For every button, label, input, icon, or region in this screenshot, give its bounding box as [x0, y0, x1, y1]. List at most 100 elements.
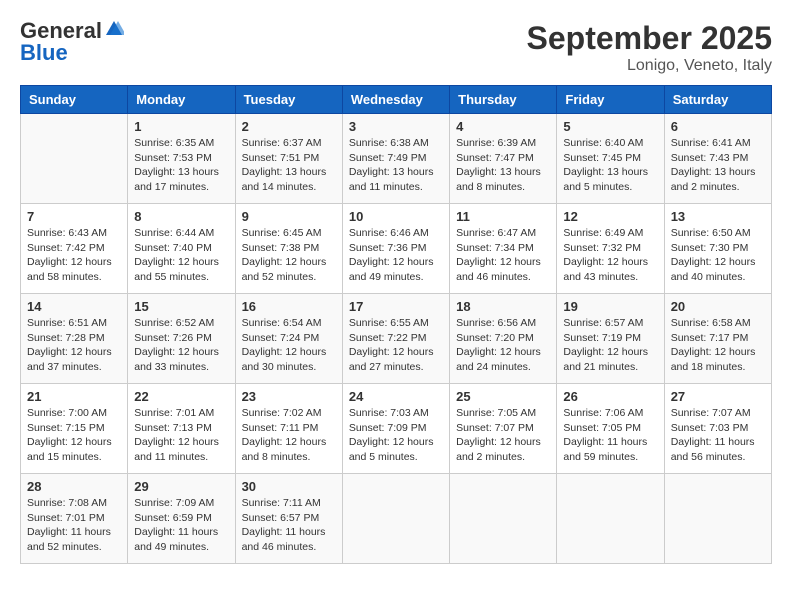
day-number: 1 — [134, 119, 228, 134]
calendar-cell: 15 Sunrise: 6:52 AMSunset: 7:26 PMDayligh… — [128, 294, 235, 384]
day-number: 17 — [349, 299, 443, 314]
day-number: 9 — [242, 209, 336, 224]
day-info: Sunrise: 6:46 AMSunset: 7:36 PMDaylight:… — [349, 227, 434, 283]
calendar-cell: 17 Sunrise: 6:55 AMSunset: 7:22 PMDayligh… — [342, 294, 449, 384]
day-number: 2 — [242, 119, 336, 134]
day-number: 21 — [27, 389, 121, 404]
day-info: Sunrise: 6:51 AMSunset: 7:28 PMDaylight:… — [27, 317, 112, 373]
calendar-cell: 22Sunrise: 7:01 AMSunset: 7:13 PMDayligh… — [128, 384, 235, 474]
calendar-week-3: 14 Sunrise: 6:51 AMSunset: 7:28 PMDayligh… — [21, 294, 772, 384]
day-info: Sunrise: 6:52 AMSunset: 7:26 PMDaylight:… — [134, 317, 219, 373]
title-section: September 2025 Lonigo, Veneto, Italy — [527, 20, 772, 75]
day-info: Sunrise: 7:00 AMSunset: 7:15 PMDaylight:… — [27, 407, 112, 463]
day-number: 29 — [134, 479, 228, 494]
calendar-cell: 1 Sunrise: 6:35 AMSunset: 7:53 PMDaylight… — [128, 114, 235, 204]
calendar-cell — [557, 474, 664, 564]
day-number: 4 — [456, 119, 550, 134]
day-info: Sunrise: 6:49 AMSunset: 7:32 PMDaylight:… — [563, 227, 648, 283]
day-info: Sunrise: 6:45 AMSunset: 7:38 PMDaylight:… — [242, 227, 327, 283]
day-info: Sunrise: 6:55 AMSunset: 7:22 PMDaylight:… — [349, 317, 434, 373]
calendar-cell: 23 Sunrise: 7:02 AMSunset: 7:11 PMDayligh… — [235, 384, 342, 474]
logo-general-text: General — [20, 20, 102, 42]
calendar-week-1: 1 Sunrise: 6:35 AMSunset: 7:53 PMDaylight… — [21, 114, 772, 204]
day-number: 8 — [134, 209, 228, 224]
weekday-header-thursday: Thursday — [450, 86, 557, 114]
weekday-header-monday: Monday — [128, 86, 235, 114]
day-info: Sunrise: 6:43 AMSunset: 7:42 PMDaylight:… — [27, 227, 112, 283]
calendar-cell — [450, 474, 557, 564]
day-info: Sunrise: 7:02 AMSunset: 7:11 PMDaylight:… — [242, 407, 327, 463]
day-number: 27 — [671, 389, 765, 404]
day-info: Sunrise: 7:11 AMSunset: 6:57 PMDaylight:… — [242, 497, 326, 553]
day-number: 3 — [349, 119, 443, 134]
logo-icon — [104, 19, 124, 39]
day-info: Sunrise: 6:38 AMSunset: 7:49 PMDaylight:… — [349, 137, 434, 193]
month-title: September 2025 — [527, 20, 772, 57]
calendar-cell: 19Sunrise: 6:57 AMSunset: 7:19 PMDayligh… — [557, 294, 664, 384]
day-number: 24 — [349, 389, 443, 404]
calendar-cell: 2 Sunrise: 6:37 AMSunset: 7:51 PMDaylight… — [235, 114, 342, 204]
calendar-table: SundayMondayTuesdayWednesdayThursdayFrid… — [20, 85, 772, 564]
day-info: Sunrise: 6:35 AMSunset: 7:53 PMDaylight:… — [134, 137, 219, 193]
day-number: 7 — [27, 209, 121, 224]
day-info: Sunrise: 6:58 AMSunset: 7:17 PMDaylight:… — [671, 317, 756, 373]
day-info: Sunrise: 6:37 AMSunset: 7:51 PMDaylight:… — [242, 137, 327, 193]
calendar-cell: 6 Sunrise: 6:41 AMSunset: 7:43 PMDaylight… — [664, 114, 771, 204]
day-number: 11 — [456, 209, 550, 224]
day-number: 13 — [671, 209, 765, 224]
logo-blue-text: Blue — [20, 42, 68, 64]
day-number: 5 — [563, 119, 657, 134]
day-info: Sunrise: 6:56 AMSunset: 7:20 PMDaylight:… — [456, 317, 541, 373]
calendar-cell: 9 Sunrise: 6:45 AMSunset: 7:38 PMDaylight… — [235, 204, 342, 294]
day-number: 30 — [242, 479, 336, 494]
calendar-cell — [21, 114, 128, 204]
calendar-cell: 18 Sunrise: 6:56 AMSunset: 7:20 PMDayligh… — [450, 294, 557, 384]
day-number: 10 — [349, 209, 443, 224]
calendar-cell: 5Sunrise: 6:40 AMSunset: 7:45 PMDaylight… — [557, 114, 664, 204]
day-info: Sunrise: 6:39 AMSunset: 7:47 PMDaylight:… — [456, 137, 541, 193]
calendar-cell: 26Sunrise: 7:06 AMSunset: 7:05 PMDayligh… — [557, 384, 664, 474]
day-number: 14 — [27, 299, 121, 314]
day-info: Sunrise: 6:41 AMSunset: 7:43 PMDaylight:… — [671, 137, 756, 193]
day-info: Sunrise: 7:05 AMSunset: 7:07 PMDaylight:… — [456, 407, 541, 463]
day-info: Sunrise: 6:54 AMSunset: 7:24 PMDaylight:… — [242, 317, 327, 373]
day-info: Sunrise: 6:47 AMSunset: 7:34 PMDaylight:… — [456, 227, 541, 283]
day-number: 23 — [242, 389, 336, 404]
weekday-header-saturday: Saturday — [664, 86, 771, 114]
day-number: 19 — [563, 299, 657, 314]
day-number: 15 — [134, 299, 228, 314]
calendar-cell: 3 Sunrise: 6:38 AMSunset: 7:49 PMDaylight… — [342, 114, 449, 204]
calendar-cell: 10 Sunrise: 6:46 AMSunset: 7:36 PMDayligh… — [342, 204, 449, 294]
weekday-header-tuesday: Tuesday — [235, 86, 342, 114]
calendar-cell — [342, 474, 449, 564]
calendar-week-5: 28Sunrise: 7:08 AMSunset: 7:01 PMDayligh… — [21, 474, 772, 564]
page-header: General Blue September 2025 Lonigo, Vene… — [20, 20, 772, 75]
day-info: Sunrise: 6:50 AMSunset: 7:30 PMDaylight:… — [671, 227, 756, 283]
calendar-cell: 7 Sunrise: 6:43 AMSunset: 7:42 PMDaylight… — [21, 204, 128, 294]
calendar-cell: 13 Sunrise: 6:50 AMSunset: 7:30 PMDayligh… — [664, 204, 771, 294]
calendar-week-2: 7 Sunrise: 6:43 AMSunset: 7:42 PMDaylight… — [21, 204, 772, 294]
weekday-header-sunday: Sunday — [21, 86, 128, 114]
day-number: 18 — [456, 299, 550, 314]
day-info: Sunrise: 6:44 AMSunset: 7:40 PMDaylight:… — [134, 227, 219, 283]
day-number: 6 — [671, 119, 765, 134]
logo: General Blue — [20, 20, 124, 64]
calendar-cell: 16 Sunrise: 6:54 AMSunset: 7:24 PMDayligh… — [235, 294, 342, 384]
calendar-cell: 4 Sunrise: 6:39 AMSunset: 7:47 PMDaylight… — [450, 114, 557, 204]
day-number: 20 — [671, 299, 765, 314]
weekday-header-friday: Friday — [557, 86, 664, 114]
calendar-cell: 27 Sunrise: 7:07 AMSunset: 7:03 PMDayligh… — [664, 384, 771, 474]
day-info: Sunrise: 7:06 AMSunset: 7:05 PMDaylight:… — [563, 407, 647, 463]
calendar-cell: 12 Sunrise: 6:49 AMSunset: 7:32 PMDayligh… — [557, 204, 664, 294]
calendar-cell: 30 Sunrise: 7:11 AMSunset: 6:57 PMDayligh… — [235, 474, 342, 564]
calendar-cell: 11 Sunrise: 6:47 AMSunset: 7:34 PMDayligh… — [450, 204, 557, 294]
calendar-cell: 14 Sunrise: 6:51 AMSunset: 7:28 PMDayligh… — [21, 294, 128, 384]
calendar-week-4: 21 Sunrise: 7:00 AMSunset: 7:15 PMDayligh… — [21, 384, 772, 474]
location: Lonigo, Veneto, Italy — [527, 57, 772, 75]
calendar-cell — [664, 474, 771, 564]
day-number: 16 — [242, 299, 336, 314]
day-info: Sunrise: 7:07 AMSunset: 7:03 PMDaylight:… — [671, 407, 755, 463]
calendar-cell: 25Sunrise: 7:05 AMSunset: 7:07 PMDayligh… — [450, 384, 557, 474]
day-info: Sunrise: 7:03 AMSunset: 7:09 PMDaylight:… — [349, 407, 434, 463]
day-number: 12 — [563, 209, 657, 224]
